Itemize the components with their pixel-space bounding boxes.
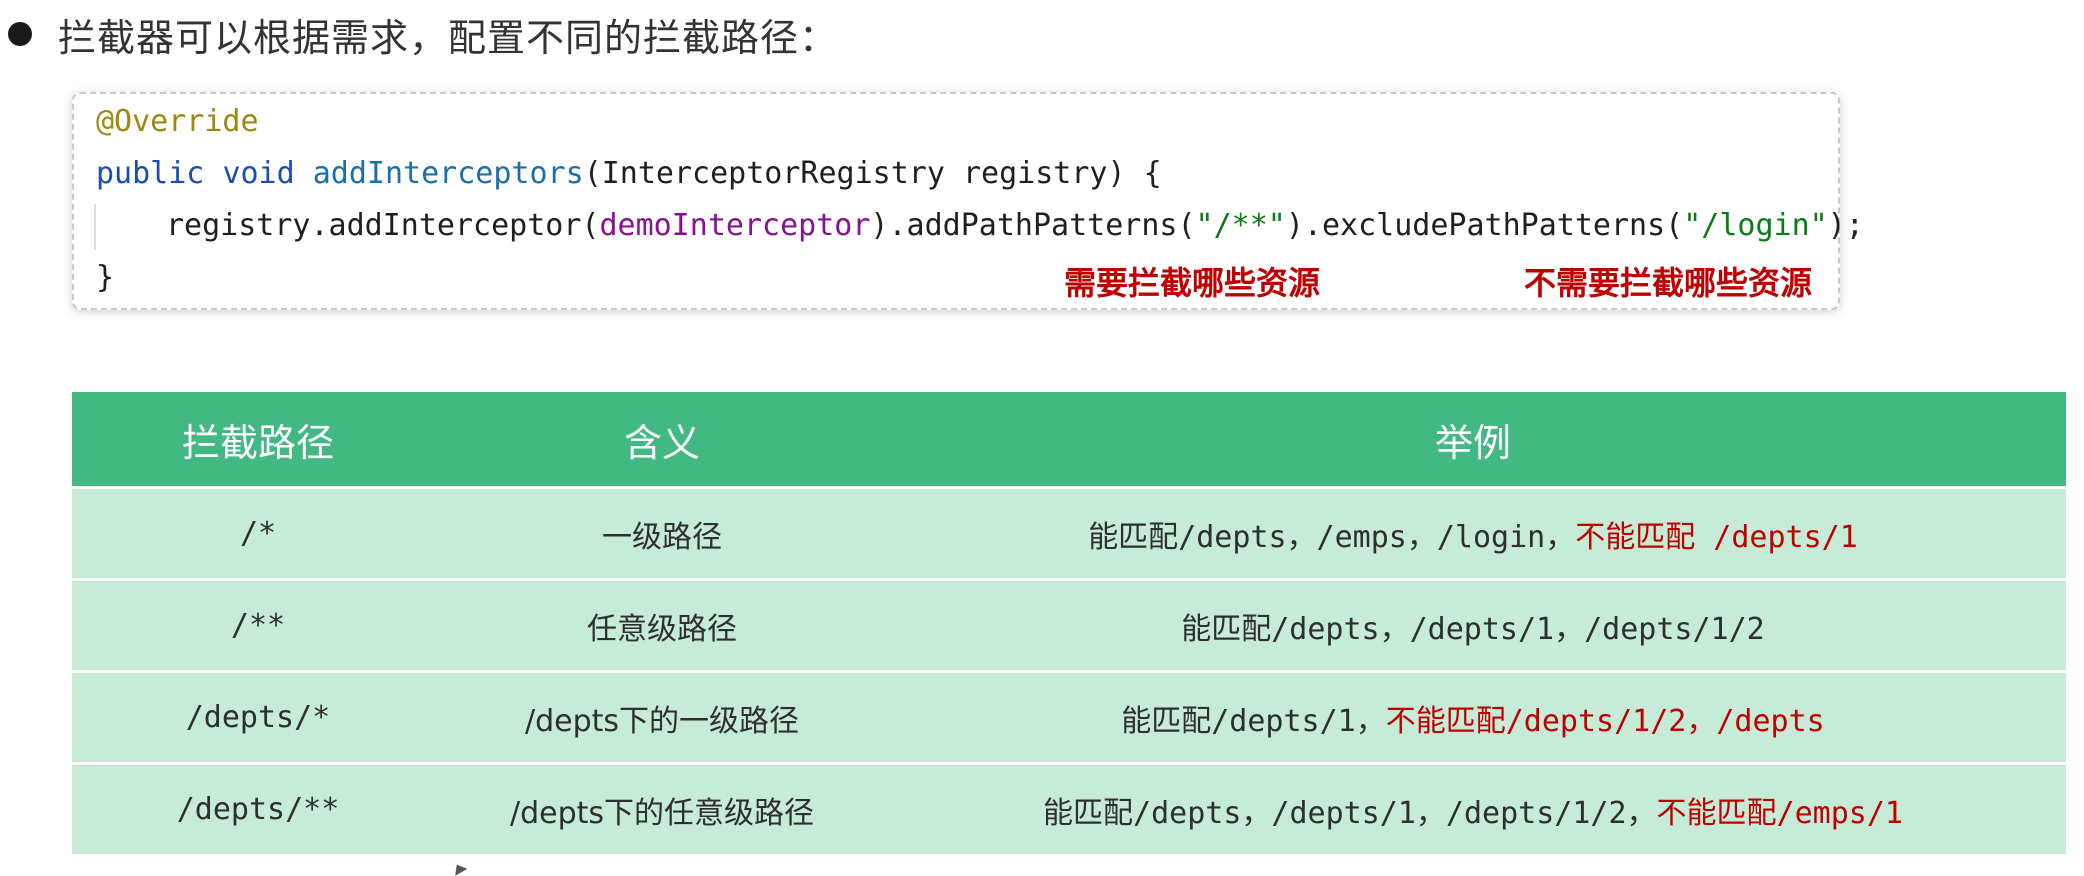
table-header-row: 拦截路径 含义 举例 — [72, 392, 2066, 489]
annotation-include-label: 需要拦截哪些资源 — [1064, 264, 1321, 302]
example-match: 能匹配/depts，/emps，/login， — [1088, 519, 1576, 555]
code-line-close: } — [96, 252, 114, 304]
string-exclude-pattern: "/login" — [1683, 208, 1828, 243]
keyword-public: public — [96, 156, 205, 191]
example-match: 能匹配/depts，/depts/1，/depts/1/2， — [1043, 795, 1657, 831]
code-line-annotation: @Override — [96, 96, 259, 148]
annotation-exclude-label: 不需要拦截哪些资源 — [1524, 264, 1813, 302]
bullet-dot-icon — [8, 22, 32, 46]
example-nomatch: 不能匹配/depts/1/2，/depts — [1385, 703, 1825, 739]
example-match: 能匹配/depts/1， — [1121, 703, 1386, 739]
cell-path: /depts/** — [72, 763, 444, 854]
cell-meaning: 一级路径 — [444, 487, 880, 581]
code-line-signature: public void addInterceptors(InterceptorR… — [96, 148, 1162, 200]
cell-example: 能匹配/depts，/emps，/login，不能匹配 /depts/1 — [880, 487, 2066, 581]
code-line-body: registry.addInterceptor(demoInterceptor)… — [96, 200, 1864, 252]
header-example: 举例 — [880, 392, 2066, 489]
header-path: 拦截路径 — [72, 392, 444, 489]
example-nomatch: 不能匹配 /depts/1 — [1575, 519, 1858, 555]
body-mid: ).addPathPatterns( — [870, 208, 1196, 243]
signature-rest: (InterceptorRegistry registry) { — [583, 156, 1162, 191]
keyword-void: void — [222, 156, 295, 191]
table-row: /* 一级路径 能匹配/depts，/emps，/login，不能匹配 /dep… — [72, 487, 2066, 581]
cell-example: 能匹配/depts/1，不能匹配/depts/1/2，/depts — [880, 671, 2066, 765]
string-include-pattern: "/**" — [1195, 208, 1286, 243]
table-row: /depts/** /depts下的任意级路径 能匹配/depts，/depts… — [72, 763, 2066, 854]
field-demo-interceptor: demoInterceptor — [599, 208, 871, 243]
cell-meaning: /depts下的任意级路径 — [444, 763, 880, 854]
cell-path: /* — [72, 487, 444, 581]
override-annotation: @Override — [96, 104, 259, 139]
body-pre: registry.addInterceptor( — [166, 208, 600, 243]
mouse-cursor-icon — [450, 861, 468, 876]
cell-path: /depts/* — [72, 671, 444, 765]
code-block: @Override public void addInterceptors(In… — [72, 92, 1864, 310]
method-name: addInterceptors — [312, 156, 584, 191]
body-post: ); — [1827, 208, 1864, 243]
body-mid2: ).excludePathPatterns( — [1285, 208, 1684, 243]
cell-example: 能匹配/depts，/depts/1，/depts/1/2，不能匹配/emps/… — [880, 763, 2066, 854]
cell-example: 能匹配/depts，/depts/1，/depts/1/2 — [880, 579, 2066, 673]
table-row: /depts/* /depts下的一级路径 能匹配/depts/1，不能匹配/d… — [72, 671, 2066, 765]
cell-meaning: /depts下的一级路径 — [444, 671, 880, 765]
header-meaning: 含义 — [444, 392, 880, 489]
example-match: 能匹配/depts，/depts/1，/depts/1/2 — [1181, 611, 1765, 647]
example-nomatch: 不能匹配/emps/1 — [1656, 795, 1903, 831]
bullet-point: 拦截器可以根据需求，配置不同的拦截路径： — [0, 0, 838, 68]
closing-brace: } — [96, 260, 115, 295]
path-table-container: 拦截路径 含义 举例 /* 一级路径 能匹配/depts，/emps，/logi… — [72, 392, 2066, 854]
cell-path: /** — [72, 579, 444, 673]
bullet-text: 拦截器可以根据需求，配置不同的拦截路径： — [58, 15, 839, 60]
cell-meaning: 任意级路径 — [444, 579, 880, 673]
table-row: /** 任意级路径 能匹配/depts，/depts/1，/depts/1/2 — [72, 579, 2066, 673]
path-table: 拦截路径 含义 举例 /* 一级路径 能匹配/depts，/emps，/logi… — [72, 392, 2066, 854]
